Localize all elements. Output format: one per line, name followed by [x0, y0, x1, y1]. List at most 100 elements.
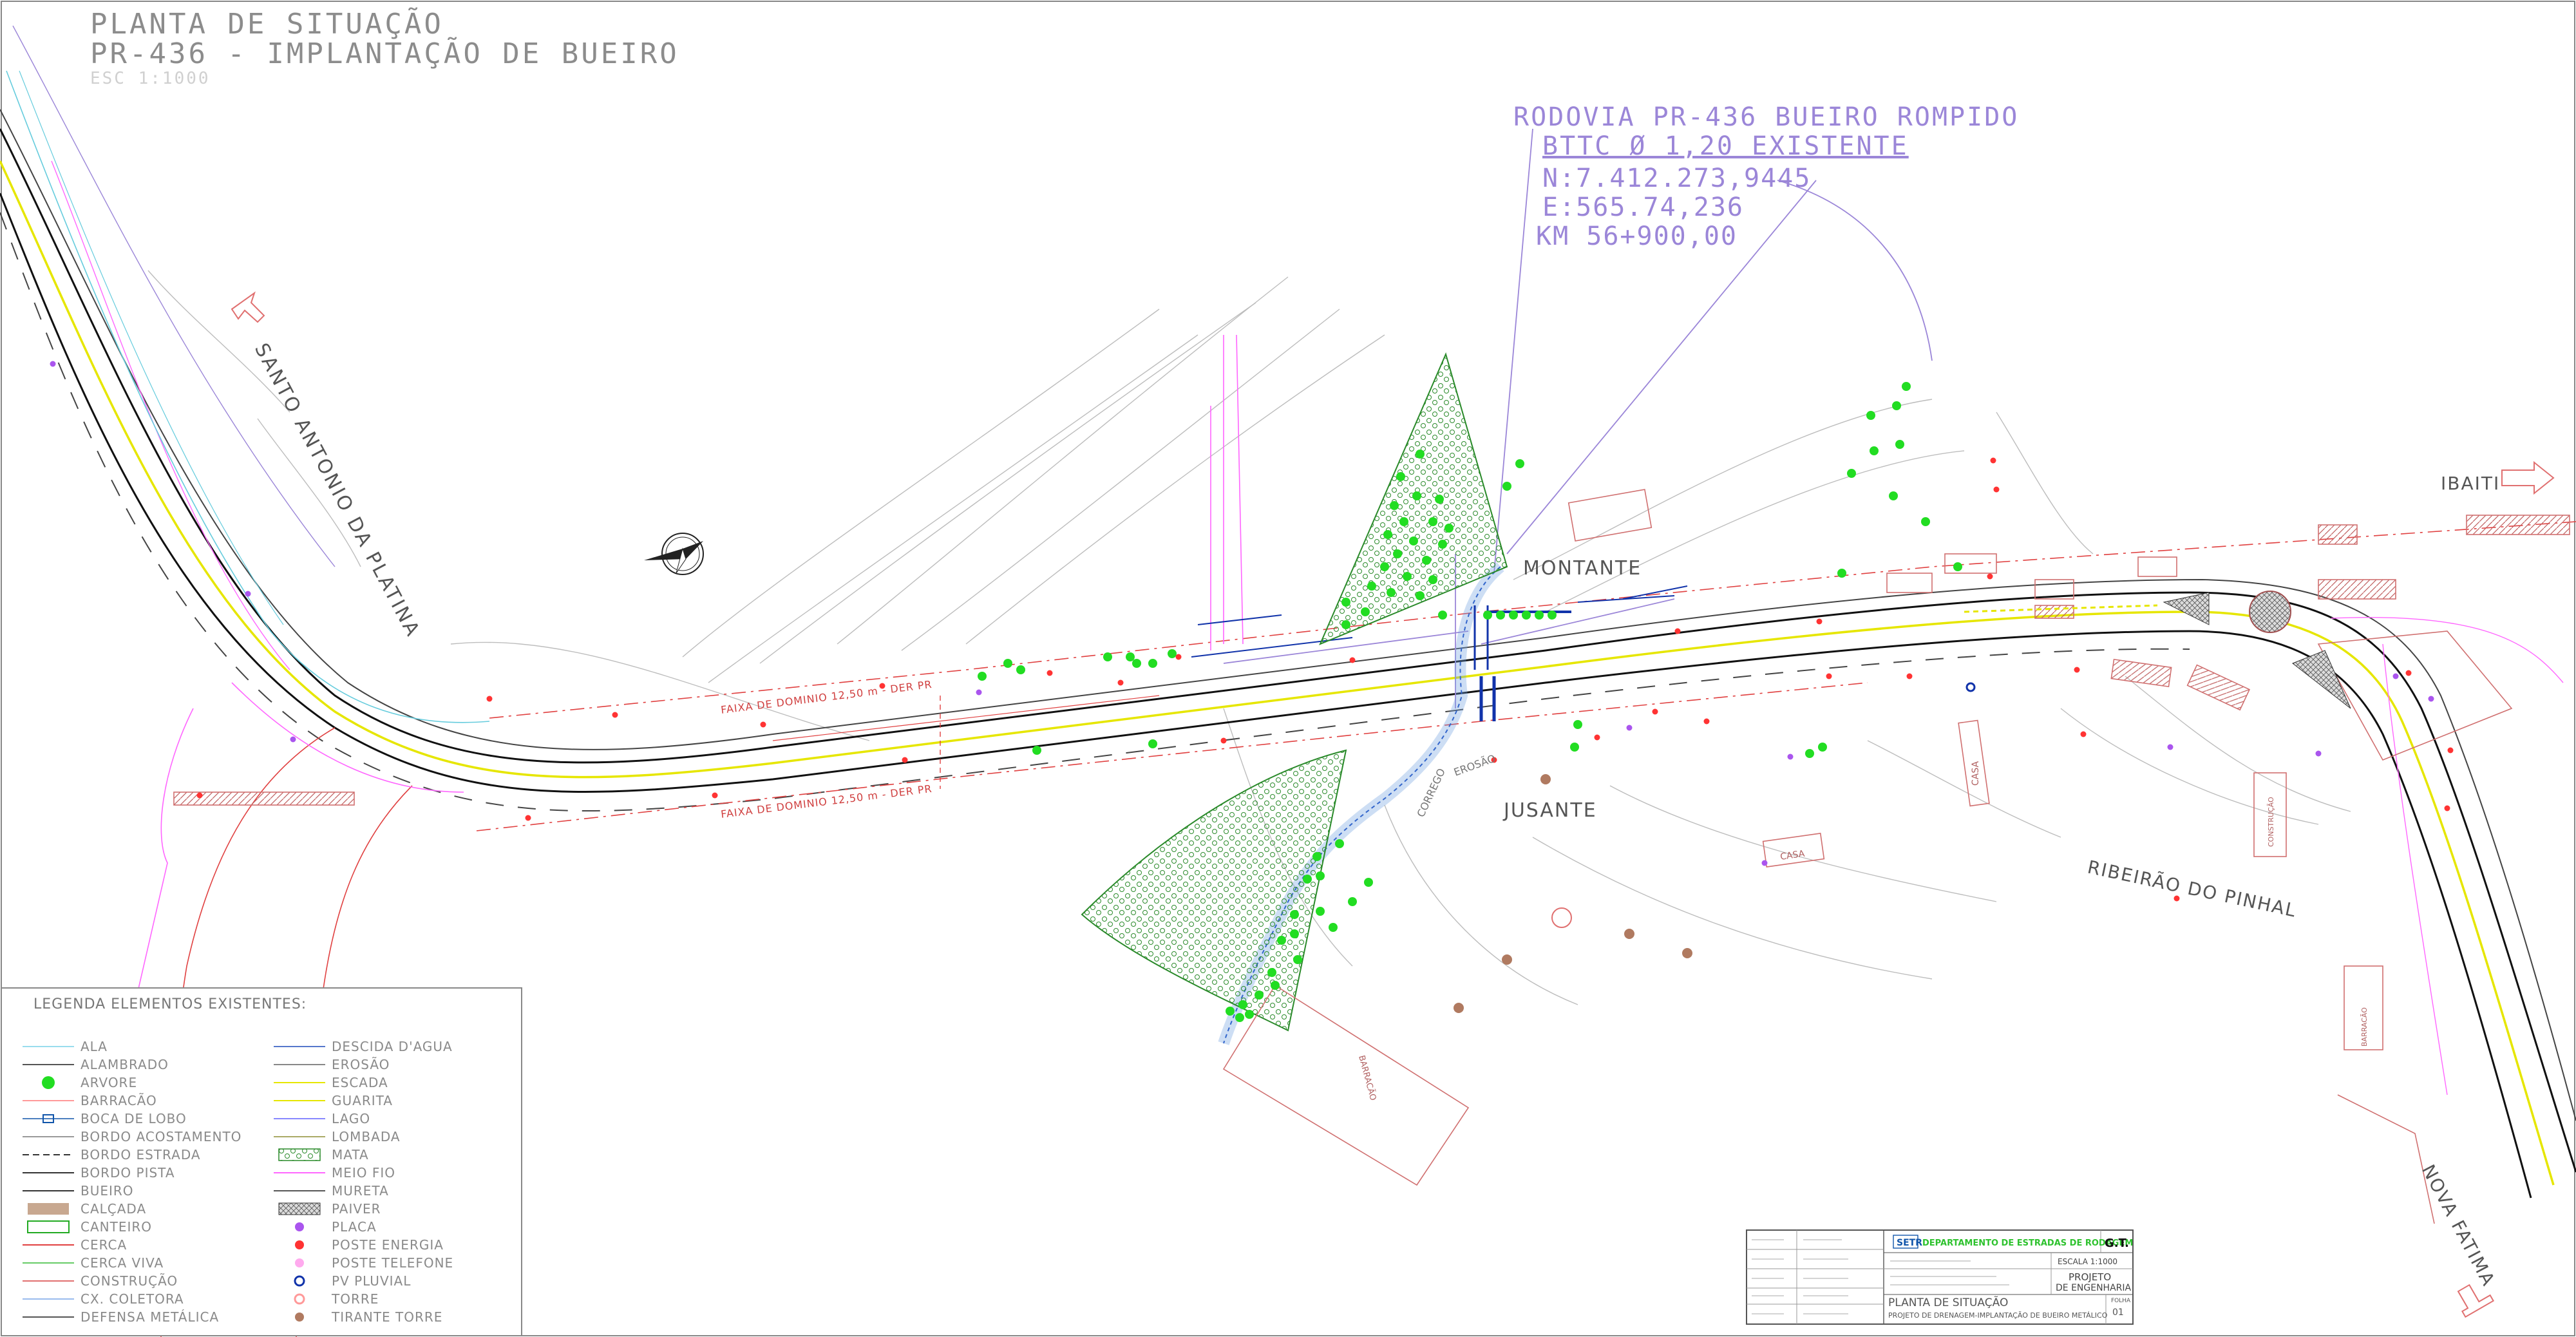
legend-item-label: BORDO PISTA	[80, 1165, 175, 1181]
tree-icon	[1399, 517, 1408, 526]
legend-item-label: ESCADA	[332, 1075, 388, 1090]
tree-icon	[1361, 607, 1370, 616]
tree-icon	[1428, 575, 1437, 584]
arrow-santo-antonio-icon	[231, 291, 265, 323]
poste-energia-marker	[1703, 718, 1710, 725]
drawing-header: PLANTA DE SITUAÇÃO PR-436 - IMPLANTAÇÃO …	[90, 7, 679, 88]
legend-item-label: GUARITA	[332, 1093, 393, 1108]
title-block-de-engenharia: DE ENGENHARIA	[2056, 1283, 2132, 1293]
legend-item-label: TORRE	[331, 1291, 379, 1307]
tree-icon	[978, 672, 987, 681]
tree-icon	[1341, 620, 1350, 629]
title-block-escala: ESCALA 1:1000	[2058, 1257, 2117, 1266]
legend-panel: LEGENDA ELEMENTOS EXISTENTES: ALA ALAMBRA…	[1, 987, 522, 1336]
placa-marker	[1626, 725, 1633, 731]
tree-icon	[1348, 897, 1357, 906]
legend-item-label: CONSTRUÇÃO	[80, 1273, 178, 1289]
header-title-line1: PLANTA DE SITUAÇÃO	[90, 7, 444, 41]
legend-item-label: DESCIDA D'AGUA	[332, 1039, 453, 1054]
title-block-org: DEPARTAMENTO DE ESTRADAS DE RODAGEM	[1922, 1238, 2133, 1248]
tree-icon	[1390, 501, 1399, 510]
tree-icon	[1016, 665, 1025, 674]
title-block-projeto: PROJETO	[2069, 1271, 2111, 1283]
title-block-folha: 01	[2112, 1307, 2124, 1318]
tree-icon	[1316, 907, 1325, 916]
tree-icon	[1438, 540, 1447, 549]
mata-areas	[1081, 352, 1508, 1032]
place-labels: SANTO ANTONIO DA PLATINA IBAITI NOVA FAT…	[250, 339, 2500, 1290]
tree-icon	[1921, 517, 1930, 526]
tree-icon	[1889, 491, 1898, 500]
label-construcao: CONSTRUÇÃO	[2267, 797, 2275, 847]
tree-icon	[1570, 743, 1579, 752]
tree-icon	[1409, 536, 1418, 545]
placa-marker	[2167, 744, 2174, 750]
placa-marker	[976, 689, 982, 696]
legend-item-label: EROSÃO	[332, 1057, 390, 1072]
tree-icon	[1412, 491, 1421, 500]
label-santo-antonio: SANTO ANTONIO DA PLATINA	[250, 339, 424, 641]
tree-icon	[1438, 611, 1447, 620]
poste-energia-marker	[486, 696, 493, 702]
tree-icon	[1335, 839, 1344, 848]
poste-energia-marker	[2080, 731, 2087, 737]
poste-energia-marker	[1987, 573, 1993, 580]
callout: RODOVIA PR-436 BUEIRO ROMPIDO BTTC Ø 1,2…	[1513, 102, 2017, 251]
header-title-line2: PR-436 - IMPLANTAÇÃO DE BUEIRO	[90, 37, 679, 70]
tree-icon	[1290, 929, 1299, 938]
poste-energia-marker	[1826, 673, 1832, 679]
legend-item-label: LOMBADA	[332, 1129, 401, 1144]
tree-icon	[1483, 611, 1492, 620]
tree-icon	[1535, 611, 1544, 620]
tree-icon	[1847, 469, 1856, 478]
direction-arrows	[231, 291, 2555, 1318]
legend-item-label: CERCA	[80, 1237, 127, 1253]
tree-icon	[1502, 482, 1511, 491]
tree-icon	[1573, 720, 1582, 729]
legend-item-label: ALAMBRADO	[80, 1057, 169, 1072]
pv-pluvial-marker	[1965, 682, 1976, 692]
label-nova-fatima: NOVA FATIMA	[2418, 1161, 2499, 1290]
arrow-ibaiti-icon	[2501, 460, 2555, 495]
header-scale: ESC 1:1000	[90, 69, 211, 88]
legend-item-label: CALÇADA	[80, 1201, 146, 1217]
legend-item-label: PV PLUVIAL	[332, 1273, 411, 1289]
title-block-sheet-sub: PROJETO DE DRENAGEM-IMPLANTAÇÃO DE BUEIR…	[1888, 1311, 2108, 1320]
tree-icon	[1238, 1000, 1247, 1009]
tree-icon	[1255, 991, 1264, 1000]
tree-icon	[1416, 450, 1425, 459]
tree-icon	[1837, 569, 1846, 578]
poste-energia-marker	[2444, 805, 2450, 811]
tree-icon	[1245, 1010, 1254, 1019]
callout-line5: KM 56+900,00	[1536, 222, 1738, 251]
legend-item-label: MATA	[332, 1147, 369, 1162]
tree-icon	[1515, 459, 1524, 468]
poste-energia-marker	[1906, 673, 1913, 679]
tree-icon	[1267, 968, 1276, 977]
poste-energia-marker	[1175, 654, 1182, 660]
tree-icon	[1364, 878, 1373, 887]
tree-icon	[1444, 524, 1454, 533]
callout-line4: E:565.74,236	[1542, 193, 1744, 222]
poste-energia-marker	[1674, 628, 1681, 634]
tree-icon	[1435, 495, 1444, 504]
poste-energia-marker	[196, 792, 203, 799]
tree-icon	[1367, 582, 1376, 591]
tree-icon	[1509, 611, 1518, 620]
tree-icon	[1380, 562, 1389, 571]
tree-icon	[1271, 981, 1280, 990]
tree-icon	[1522, 611, 1531, 620]
poste-energia-marker	[2074, 667, 2080, 673]
legend-item-label: BUEIRO	[80, 1183, 134, 1199]
placa-marker	[1787, 754, 1794, 760]
legend-item-label: MURETA	[332, 1183, 389, 1199]
tree-icon	[1895, 440, 1904, 449]
placa-marker	[2392, 673, 2399, 679]
tree-icon	[1148, 659, 1157, 668]
legend-item-label: BORDO ACOSTAMENTO	[80, 1129, 242, 1144]
label-ibaiti: IBAITI	[2441, 473, 2500, 494]
site-plan-drawing: PLANTA DE SITUAÇÃO PR-436 - IMPLANTAÇÃO …	[0, 1, 2576, 1337]
poste-energia-marker	[1220, 737, 1227, 744]
tree-icon	[1168, 649, 1177, 658]
tree-icon	[1329, 923, 1338, 932]
